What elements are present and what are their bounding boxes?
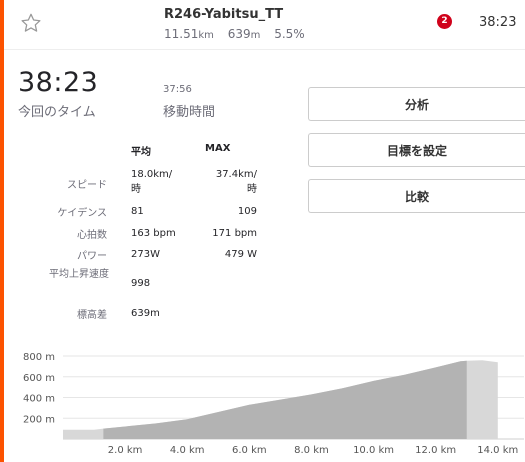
column-header-avg: 平均 (131, 147, 151, 158)
x-tick-label: 12.0 km (415, 445, 456, 456)
stat-avg-heart-rate: 163 bpm (131, 228, 176, 239)
x-tick-label: 4.0 km (170, 445, 205, 456)
x-tick-label: 14.0 km (477, 445, 518, 456)
analyze-button[interactable]: 分析 (308, 87, 525, 121)
effort-time-label: 今回のタイム (18, 105, 96, 120)
set-goal-button[interactable]: 目標を設定 (308, 133, 525, 167)
segment-title[interactable]: R246-Yabitsu_TT (164, 7, 283, 22)
stat-max-heart-rate: 171 bpm (212, 228, 257, 239)
y-tick-label: 600 m (23, 373, 55, 384)
segment-grade: 5.5% (274, 27, 305, 41)
segment-distance: 11.51 (164, 27, 199, 41)
stat-avg-elevation-diff: 639m (131, 308, 160, 319)
x-tick-label: 8.0 km (294, 445, 329, 456)
stat-avg-speed: 18.0km/ 時 (131, 169, 173, 195)
segment-elevation-unit: m (250, 30, 261, 41)
segment-header: R246-Yabitsu_TT 11.51km 639m 5.5% 2 38:2… (4, 0, 525, 50)
compare-button[interactable]: 比較 (308, 179, 525, 213)
x-tick-label: 10.0 km (353, 445, 394, 456)
stat-avg-cadence: 81 (131, 206, 144, 217)
stat-label-speed: スピード (67, 180, 107, 191)
stat-avg-vam: 998 (131, 278, 151, 289)
header-time: 38:23 (479, 15, 517, 30)
segment-stats: 11.51km 639m 5.5% (164, 27, 305, 41)
column-header-max: MAX (205, 143, 231, 154)
y-tick-label: 400 m (23, 394, 55, 405)
elevation-area-segment (103, 360, 467, 439)
notification-badge[interactable]: 2 (437, 14, 452, 29)
stat-label-power: パワー (77, 251, 107, 262)
effort-time: 38:23 (18, 67, 99, 98)
moving-time: 37:56 (163, 84, 192, 95)
stat-label-elevation-diff: 標高差 (77, 310, 107, 321)
stat-label-vam: 平均上昇速度 (49, 269, 109, 280)
segment-distance-unit: km (198, 30, 214, 41)
stat-label-cadence: ケイデンス (57, 208, 107, 219)
x-tick-label: 6.0 km (232, 445, 267, 456)
stat-max-speed: 37.4km/ 時 (215, 169, 257, 195)
y-tick-label: 200 m (23, 414, 55, 425)
moving-time-label: 移動時間 (163, 105, 216, 120)
stat-max-cadence: 109 (237, 206, 257, 217)
elevation-profile-chart[interactable]: 800 m 600 m 400 m 200 m 2.0 km 4.0 km 6.0 km 8.… (0, 345, 525, 462)
star-icon[interactable] (20, 12, 42, 34)
stat-max-power: 479 W (224, 249, 257, 260)
x-tick-label: 2.0 km (108, 445, 143, 456)
segment-elevation: 639 (227, 27, 251, 41)
stat-avg-power: 273W (131, 249, 160, 260)
stat-label-heart-rate: 心拍数 (77, 230, 107, 241)
y-tick-label: 800 m (23, 352, 55, 363)
